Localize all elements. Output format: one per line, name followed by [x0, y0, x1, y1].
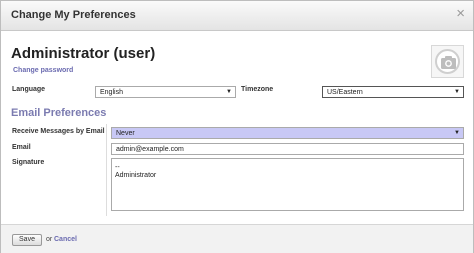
save-button[interactable]: Save	[12, 234, 42, 246]
email-value: admin@example.com	[116, 146, 184, 153]
timezone-select[interactable]: US/Eastern ▼	[322, 86, 464, 98]
dropdown-arrow-icon: ▼	[454, 130, 460, 136]
avatar[interactable]	[431, 45, 464, 78]
dialog-footer: Save or Cancel	[1, 224, 473, 253]
language-select[interactable]: English ▼	[95, 86, 236, 98]
dropdown-arrow-icon: ▼	[454, 89, 460, 95]
close-icon[interactable]: ×	[456, 6, 465, 22]
user-name: Administrator (user)	[11, 45, 156, 62]
language-label: Language	[12, 86, 46, 93]
email-label: Email	[12, 144, 31, 151]
email-preferences-heading: Email Preferences	[11, 107, 107, 119]
timezone-value: US/Eastern	[327, 89, 363, 96]
timezone-label: Timezone	[241, 86, 274, 93]
receive-messages-value: Never	[116, 130, 135, 137]
change-password-link[interactable]: Change password	[13, 67, 73, 74]
preferences-dialog: Change My Preferences × Administrator (u…	[0, 0, 474, 253]
dialog-titlebar: Change My Preferences ×	[1, 1, 473, 31]
signature-field[interactable]: -- Administrator	[111, 158, 464, 211]
language-value: English	[100, 89, 123, 96]
dropdown-arrow-icon: ▼	[226, 89, 232, 95]
receive-messages-label: Receive Messages by Email	[12, 128, 105, 135]
cancel-link[interactable]: Cancel	[54, 236, 77, 243]
email-field[interactable]: admin@example.com	[111, 143, 464, 155]
receive-messages-select[interactable]: Never ▼	[111, 127, 464, 139]
dialog-title: Change My Preferences	[11, 9, 136, 21]
signature-label: Signature	[12, 159, 45, 166]
camera-icon	[441, 56, 456, 69]
label-divider	[106, 124, 107, 216]
or-text: or	[46, 236, 53, 243]
